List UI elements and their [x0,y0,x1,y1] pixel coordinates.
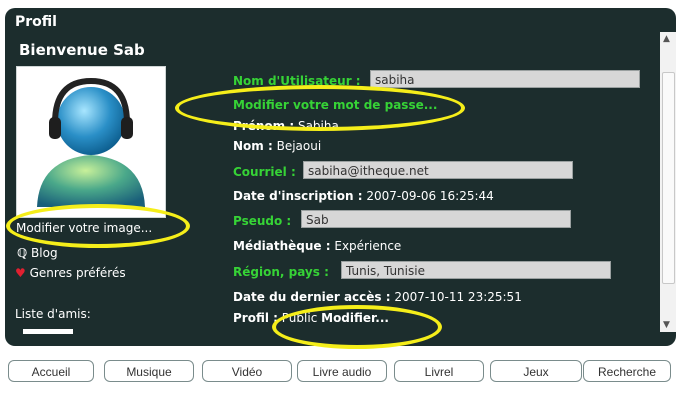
tab-livrel[interactable]: Livrel [394,360,484,382]
friends-label: Liste d'amis: [15,307,91,321]
tab-livre-audio[interactable]: Livre audio [297,360,387,382]
heart-icon: ♥ [15,266,26,280]
library-value: Expérience [334,239,402,253]
email-label: Courriel : [233,165,296,179]
blog-link[interactable]: ℚ Blog [17,246,58,260]
signup-label: Date d'inscription : [233,189,363,203]
change-image-link[interactable]: Modifier votre image... [16,221,152,235]
vertical-scrollbar[interactable]: ▲ ▼ [660,32,676,332]
firstname-row: Prénom : Sabiha [233,119,339,133]
blog-label: Blog [31,246,58,260]
region-field[interactable]: Tunis, Tunisie [341,261,611,279]
genres-label: Genres préférés [29,266,126,280]
friend-item[interactable] [23,329,73,334]
change-password-link[interactable]: Modifier votre mot de passe... [233,98,437,112]
profile-modify-link[interactable]: Modifier... [321,311,389,325]
profile-panel: Profil Bienvenue Sab Modifier votre imag… [5,8,676,346]
tab-accueil[interactable]: Accueil [8,360,94,382]
welcome-heading: Bienvenue Sab [19,41,145,59]
signup-value: 2007-09-06 16:25:44 [366,189,494,203]
lastname-value: Bejaoui [276,139,322,153]
tab-recherche[interactable]: Recherche [583,360,671,382]
avatar [16,66,166,218]
scroll-down-icon[interactable]: ▼ [663,320,670,330]
scroll-thumb[interactable] [662,72,675,284]
last-access-value: 2007-10-11 23:25:51 [394,290,522,304]
tab-musique[interactable]: Musique [104,360,194,382]
genres-link[interactable]: ♥ Genres préférés [15,266,126,280]
tab-jeux[interactable]: Jeux [490,360,582,382]
firstname-value: Sabiha [297,119,339,133]
profile-label: Profil : [233,311,278,325]
profile-row: Profil : Public Modifier... [233,311,389,325]
lastname-row: Nom : Bejaoui [233,139,321,153]
scroll-up-icon[interactable]: ▲ [663,34,670,44]
panel-title: Profil [15,14,57,30]
username-label: Nom d'Utilisateur : [233,74,361,88]
region-label: Région, pays : [233,265,329,279]
signup-row: Date d'inscription : 2007-09-06 16:25:44 [233,189,494,203]
blog-icon: ℚ [17,246,28,260]
username-field[interactable]: sabiha [370,70,640,88]
email-field[interactable]: sabiha@itheque.net [303,161,573,179]
pseudo-field[interactable]: Sab [301,210,571,228]
tab-video[interactable]: Vidéo [202,360,292,382]
library-label: Médiathèque : [233,239,331,253]
firstname-label: Prénom : [233,119,295,133]
profile-value: Public [281,311,318,325]
last-access-label: Date du dernier accès : [233,290,391,304]
library-row: Médiathèque : Expérience [233,239,401,253]
user-avatar-icon [37,77,145,207]
last-access-row: Date du dernier accès : 2007-10-11 23:25… [233,290,522,304]
pseudo-label: Pseudo : [233,214,292,228]
lastname-label: Nom : [233,139,273,153]
